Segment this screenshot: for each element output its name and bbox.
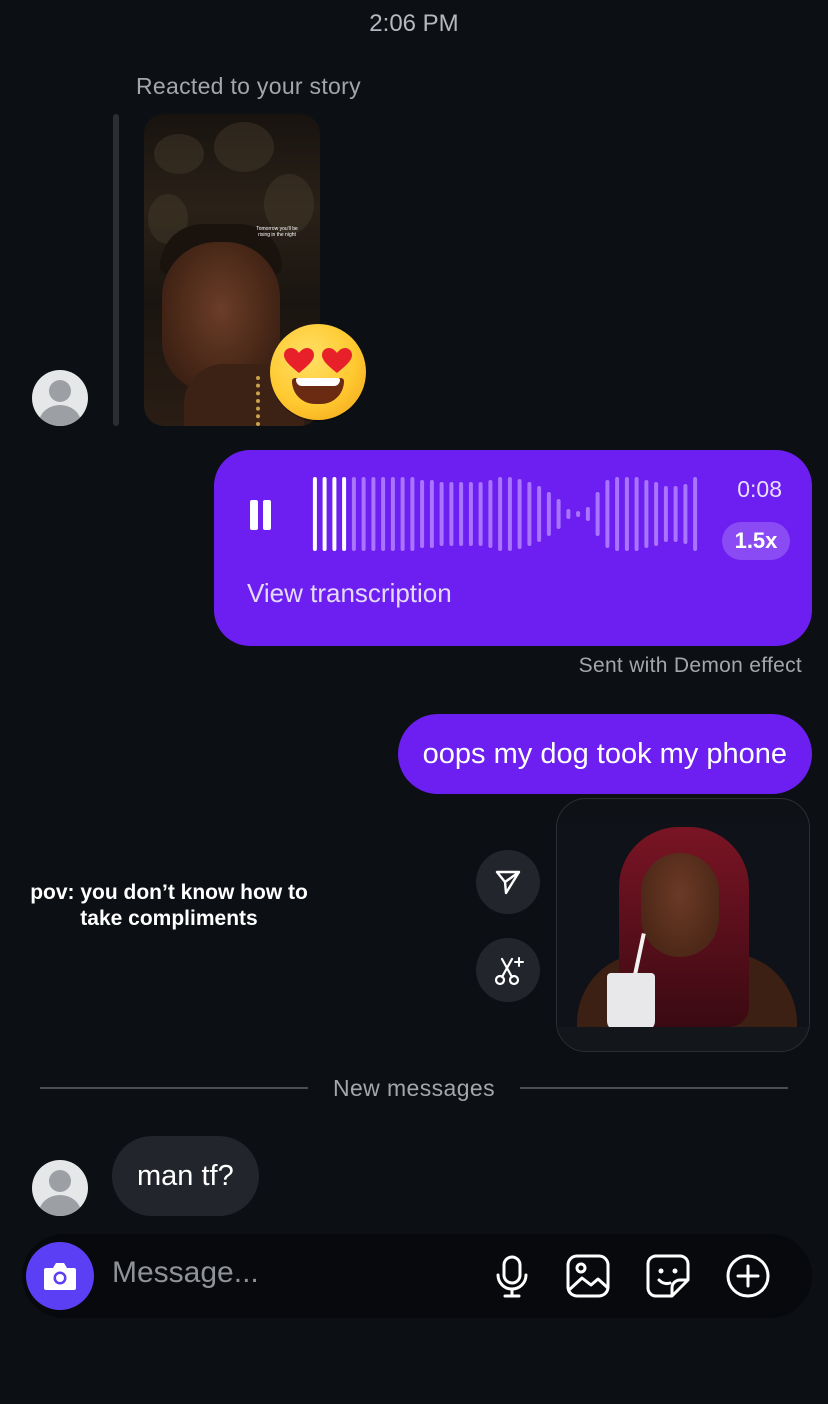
waveform-bar <box>634 477 639 551</box>
voice-message-bubble[interactable]: 0:08 1.5x View transcription <box>214 450 812 646</box>
waveform-bar <box>546 492 551 536</box>
waveform-bar <box>527 482 532 546</box>
waveform-bar <box>371 477 376 551</box>
share-icon <box>495 870 521 895</box>
gallery-icon[interactable] <box>564 1252 612 1300</box>
add-icon[interactable] <box>724 1252 772 1300</box>
pause-icon[interactable] <box>250 500 272 530</box>
waveform-bar <box>488 480 493 548</box>
waveform-bar <box>585 507 590 521</box>
divider-line-right <box>520 1087 788 1089</box>
camera-button[interactable] <box>26 1242 94 1310</box>
waveform-bar <box>654 482 659 546</box>
waveform-bar <box>468 482 473 546</box>
waveform-bar <box>420 480 425 548</box>
view-transcription-link[interactable]: View transcription <box>247 578 452 609</box>
waveform-bar <box>429 480 434 548</box>
waveform-bar <box>693 477 698 551</box>
gif-caption: pov: you don’t know how to take complime… <box>30 881 308 930</box>
story-reaction-label: Reacted to your story <box>136 73 361 99</box>
waveform-bar <box>615 477 620 551</box>
sender-avatar[interactable] <box>32 1160 88 1216</box>
avatar-head <box>49 1170 71 1192</box>
remix-button[interactable] <box>476 938 540 1002</box>
voice-duration: 0:08 <box>737 476 782 502</box>
playback-speed-button[interactable]: 1.5x <box>722 522 790 560</box>
sticker-icon[interactable] <box>644 1252 692 1300</box>
waveform-bar <box>322 477 327 551</box>
avatar-body <box>39 1195 81 1216</box>
waveform-bar <box>537 486 542 542</box>
gif-person-face <box>641 853 719 957</box>
microphone-icon[interactable] <box>488 1252 536 1300</box>
share-button[interactable] <box>476 850 540 914</box>
waveform-bar <box>351 477 356 551</box>
waveform-bar <box>332 477 337 551</box>
gif-foreground <box>557 1027 809 1051</box>
story-caption: Tomorrow you'll be rising in the night <box>244 226 310 238</box>
waveform-bar <box>410 477 415 551</box>
waveform-bar <box>556 499 561 529</box>
heart-eye-left-icon <box>284 348 314 373</box>
waveform-bar <box>673 486 678 542</box>
waveform-bar <box>478 482 483 546</box>
avatar-head <box>49 380 71 402</box>
sender-avatar[interactable] <box>32 370 88 426</box>
heart-eye-right-icon <box>322 348 352 373</box>
waveform-bar <box>517 479 522 549</box>
waveform-bar <box>498 477 503 551</box>
waveform-bar <box>390 477 395 551</box>
heart-eyes-reaction-icon <box>270 324 366 420</box>
avatar-body <box>39 405 81 426</box>
waveform-bar <box>439 482 444 546</box>
voice-effect-note: Sent with Demon effect <box>578 654 802 677</box>
waveform-bar <box>400 477 405 551</box>
waveform-bar <box>342 477 347 551</box>
waveform-bar <box>361 477 366 551</box>
waveform-bar <box>605 480 610 548</box>
waveform-bar <box>624 477 629 551</box>
outgoing-message[interactable]: oops my dog took my phone <box>397 714 812 794</box>
waveform-bar <box>663 486 668 542</box>
waveform-bar <box>566 509 571 519</box>
audio-waveform[interactable] <box>310 474 700 554</box>
remix-icon <box>494 957 524 986</box>
message-input[interactable]: Message... <box>112 1256 259 1290</box>
story-caption-line: rising in the night <box>258 232 296 238</box>
waveform-bar <box>683 484 688 544</box>
waveform-bar <box>507 477 512 551</box>
waveform-bar <box>576 511 581 517</box>
waveform-bar <box>644 480 649 548</box>
waveform-bar <box>381 477 386 551</box>
message-timestamp: 2:06 PM <box>369 10 459 37</box>
waveform-bar <box>459 482 464 546</box>
waveform-bar <box>312 477 317 551</box>
gif-scene <box>557 823 809 1043</box>
waveform-bar <box>595 492 600 536</box>
emoji-teeth <box>296 378 340 386</box>
message-composer: Message... <box>22 1234 812 1318</box>
gif-cup <box>607 973 655 1031</box>
incoming-message[interactable]: man tf? <box>112 1136 259 1216</box>
camera-icon <box>44 1263 76 1290</box>
reply-indicator-bar <box>113 114 119 426</box>
waveform-bar <box>449 482 454 546</box>
shared-gif[interactable] <box>556 798 810 1052</box>
